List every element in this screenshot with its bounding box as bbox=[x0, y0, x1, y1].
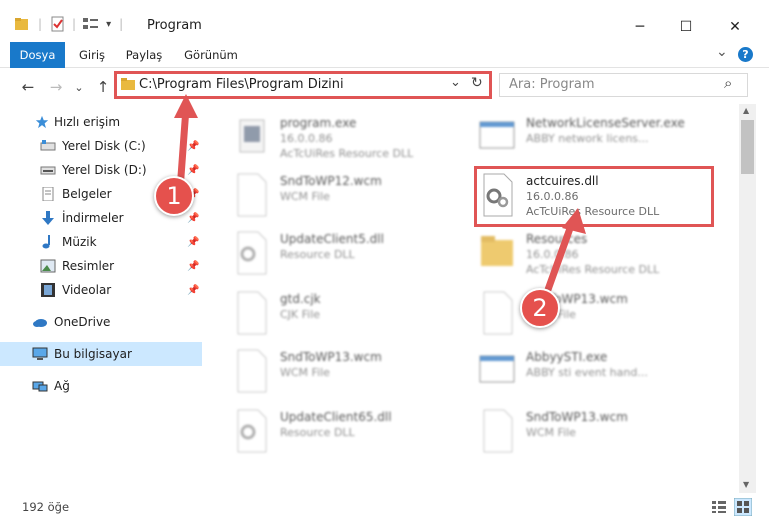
details-view-icon[interactable] bbox=[711, 500, 727, 514]
item-count: 192 öğe bbox=[22, 500, 70, 514]
large-icons-view-icon[interactable] bbox=[734, 498, 752, 516]
status-bar bbox=[0, 493, 769, 529]
step-badge-1: 1 bbox=[154, 176, 194, 216]
step-badge-2: 2 bbox=[520, 288, 560, 328]
annotation-arrows bbox=[174, 94, 586, 302]
